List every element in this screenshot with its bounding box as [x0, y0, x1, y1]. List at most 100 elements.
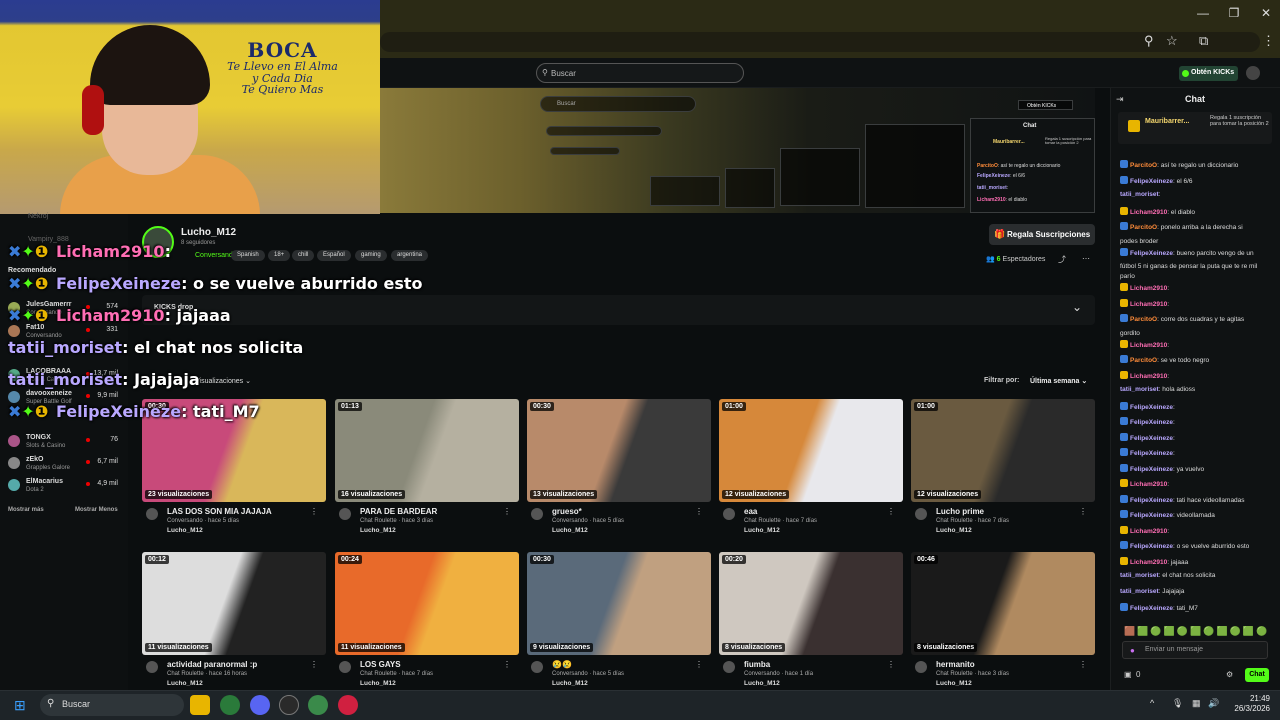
chat-settings-icon[interactable]: ⚙ — [1226, 670, 1233, 679]
zoom-icon[interactable]: ⚲ — [1144, 33, 1154, 49]
chat-username[interactable]: Licham2910 — [1130, 559, 1167, 566]
creator-avatar[interactable] — [531, 508, 543, 520]
video-title[interactable]: LOS GAYS — [360, 660, 401, 669]
channel-options-icon[interactable]: ⋯ — [1082, 254, 1090, 263]
video-title[interactable]: 😢😢 — [552, 660, 572, 669]
media-player-icon[interactable] — [338, 695, 358, 715]
kebab-menu-icon[interactable]: ⋮ — [310, 507, 318, 516]
taskbar-search[interactable]: ⚲ Buscar — [40, 694, 184, 716]
video-creator[interactable]: Lucho_M12 — [936, 680, 972, 687]
chat-username[interactable]: tatii_moriset — [1120, 572, 1159, 579]
creator-avatar[interactable] — [723, 661, 735, 673]
video-thumbnail[interactable]: 00:24 11 visualizaciones — [335, 552, 519, 655]
video-creator[interactable]: Lucho_M12 — [744, 680, 780, 687]
video-creator[interactable]: Lucho_M12 — [744, 527, 780, 534]
microphone-icon[interactable]: ● — [1130, 646, 1135, 655]
creator-avatar[interactable] — [146, 508, 158, 520]
channel-name[interactable]: Lucho_M12 — [181, 227, 236, 238]
extensions-icon[interactable]: ⧉ — [1199, 33, 1208, 49]
video-title[interactable]: hermanito — [936, 660, 975, 669]
chrome-profile-icon[interactable] — [308, 695, 328, 715]
chat-username[interactable]: FelipeXeineze — [1130, 178, 1173, 185]
filter-dropdown[interactable]: Última semana ⌄ — [1030, 377, 1087, 385]
send-chat-button[interactable]: Chat — [1245, 668, 1269, 682]
sidebar-channel[interactable]: TONGX Slots & Casino 76 — [8, 433, 122, 453]
chat-username[interactable]: ParcitoO — [1130, 357, 1157, 364]
obten-kicks-button[interactable]: Obtén KICKs — [1179, 66, 1239, 81]
sort-dropdown[interactable]: Visualizaciones ⌄ — [195, 377, 251, 385]
sidebar-channel[interactable]: ElMacarius Dota 2 4,9 mil — [8, 477, 122, 497]
video-title[interactable]: eaa — [744, 507, 757, 516]
video-creator[interactable]: Lucho_M12 — [552, 680, 588, 687]
minimize-icon[interactable]: — — [1191, 6, 1215, 20]
kebab-menu-icon[interactable]: ⋮ — [695, 507, 703, 516]
tag-espanol[interactable]: Español — [317, 250, 351, 261]
video-card[interactable]: 01:00 12 visualizaciones eaa Chat Roulet… — [719, 399, 903, 539]
video-card[interactable]: 00:30 9 visualizaciones 😢😢 Conversando ·… — [527, 552, 711, 692]
chat-username[interactable]: tatii_moriset — [1120, 386, 1159, 393]
microphone-icon[interactable]: 🎙 — [1172, 698, 1183, 709]
creator-avatar[interactable] — [915, 508, 927, 520]
video-thumbnail[interactable]: 01:00 12 visualizaciones — [719, 399, 903, 502]
video-thumbnail[interactable]: 01:00 12 visualizaciones — [911, 399, 1095, 502]
video-title[interactable]: grueso* — [552, 507, 582, 516]
tray-chevron-icon[interactable]: ^ — [1150, 698, 1154, 708]
video-thumbnail[interactable]: 00:30 9 visualizaciones — [527, 552, 711, 655]
video-card[interactable]: 00:46 8 visualizaciones hermanito Chat R… — [911, 552, 1095, 692]
obs-icon[interactable] — [279, 695, 299, 715]
share-icon[interactable]: ⤴ — [1058, 254, 1066, 265]
tag-gaming[interactable]: gaming — [355, 250, 387, 261]
kebab-menu-icon[interactable]: ⋮ — [887, 660, 895, 669]
user-avatar[interactable] — [1246, 66, 1260, 80]
gift-subs-button[interactable]: 🎁 Regala Suscripciones — [989, 224, 1095, 245]
chat-username[interactable]: FelipeXeineze — [1130, 497, 1173, 504]
chat-username[interactable]: Licham2910 — [1130, 528, 1167, 535]
kebab-menu-icon[interactable]: ⋮ — [1079, 660, 1087, 669]
video-card[interactable]: 01:00 12 visualizaciones Lucho prime Cha… — [911, 399, 1095, 539]
creator-avatar[interactable] — [146, 661, 158, 673]
chat-username[interactable]: FelipeXeineze — [1130, 605, 1173, 612]
chat-username[interactable]: ParcitoO — [1130, 316, 1157, 323]
video-title[interactable]: PARA DE BARDEAR — [360, 507, 437, 516]
chat-input[interactable]: ● Enviar un mensaje — [1122, 641, 1268, 659]
chat-username[interactable]: Licham2910 — [1130, 301, 1167, 308]
chat-username[interactable]: ParcitoO — [1130, 224, 1157, 231]
video-creator[interactable]: Lucho_M12 — [360, 680, 396, 687]
chat-username[interactable]: tatii_moriset — [1120, 588, 1159, 595]
video-creator[interactable]: Lucho_M12 — [360, 527, 396, 534]
chevron-down-icon[interactable]: ⌄ — [1072, 300, 1082, 314]
chat-username[interactable]: FelipeXeineze — [1130, 466, 1173, 473]
chat-username[interactable]: Licham2910 — [1130, 481, 1167, 488]
video-card[interactable]: 00:24 11 visualizaciones LOS GAYS Chat R… — [335, 552, 519, 692]
video-title[interactable]: LAS DOS SON MIA JAJAJA — [167, 507, 272, 516]
chat-username[interactable]: FelipeXeineze — [1130, 512, 1173, 519]
tag-18plus[interactable]: 18+ — [268, 250, 291, 261]
kebab-menu-icon[interactable]: ⋮ — [503, 507, 511, 516]
video-title[interactable]: Lucho prime — [936, 507, 984, 516]
kebab-menu-icon[interactable]: ⋮ — [503, 660, 511, 669]
video-creator[interactable]: Lucho_M12 — [552, 527, 588, 534]
show-less-button[interactable]: Mostrar Menos — [75, 507, 118, 513]
emote-bar[interactable]: 🟫🟩🟢🟩🟢🟩🟢🟩🟢🟩🟢 — [1124, 626, 1269, 637]
kebab-menu-icon[interactable]: ⋮ — [695, 660, 703, 669]
chat-username[interactable]: Licham2910 — [1130, 285, 1167, 292]
creator-avatar[interactable] — [531, 661, 543, 673]
creator-avatar[interactable] — [723, 508, 735, 520]
kebab-menu-icon[interactable]: ⋮ — [1079, 507, 1087, 516]
collapse-chat-icon[interactable]: ⇥ — [1116, 94, 1124, 105]
kebab-menu-icon[interactable]: ⋮ — [310, 660, 318, 669]
windows-start-icon[interactable]: ⊞ — [14, 697, 26, 714]
close-icon[interactable]: ✕ — [1254, 6, 1278, 20]
kicks-wallet-icon[interactable]: ▣ — [1124, 670, 1132, 679]
video-title[interactable]: fiumba — [744, 660, 770, 669]
video-card[interactable]: 00:20 8 visualizaciones fiumba Conversan… — [719, 552, 903, 692]
chat-username[interactable]: FelipeXeineze — [1130, 404, 1173, 411]
network-icon[interactable]: ▦ — [1192, 698, 1201, 709]
chat-username[interactable]: FelipeXeineze — [1130, 450, 1173, 457]
video-card[interactable]: 00:12 11 visualizaciones actividad paran… — [142, 552, 326, 692]
video-thumbnail[interactable]: 00:12 11 visualizaciones — [142, 552, 326, 655]
chrome-icon[interactable] — [220, 695, 240, 715]
file-explorer-icon[interactable] — [190, 695, 210, 715]
video-card[interactable]: 01:13 16 visualizaciones PARA DE BARDEAR… — [335, 399, 519, 539]
chat-username[interactable]: Licham2910 — [1130, 342, 1167, 349]
